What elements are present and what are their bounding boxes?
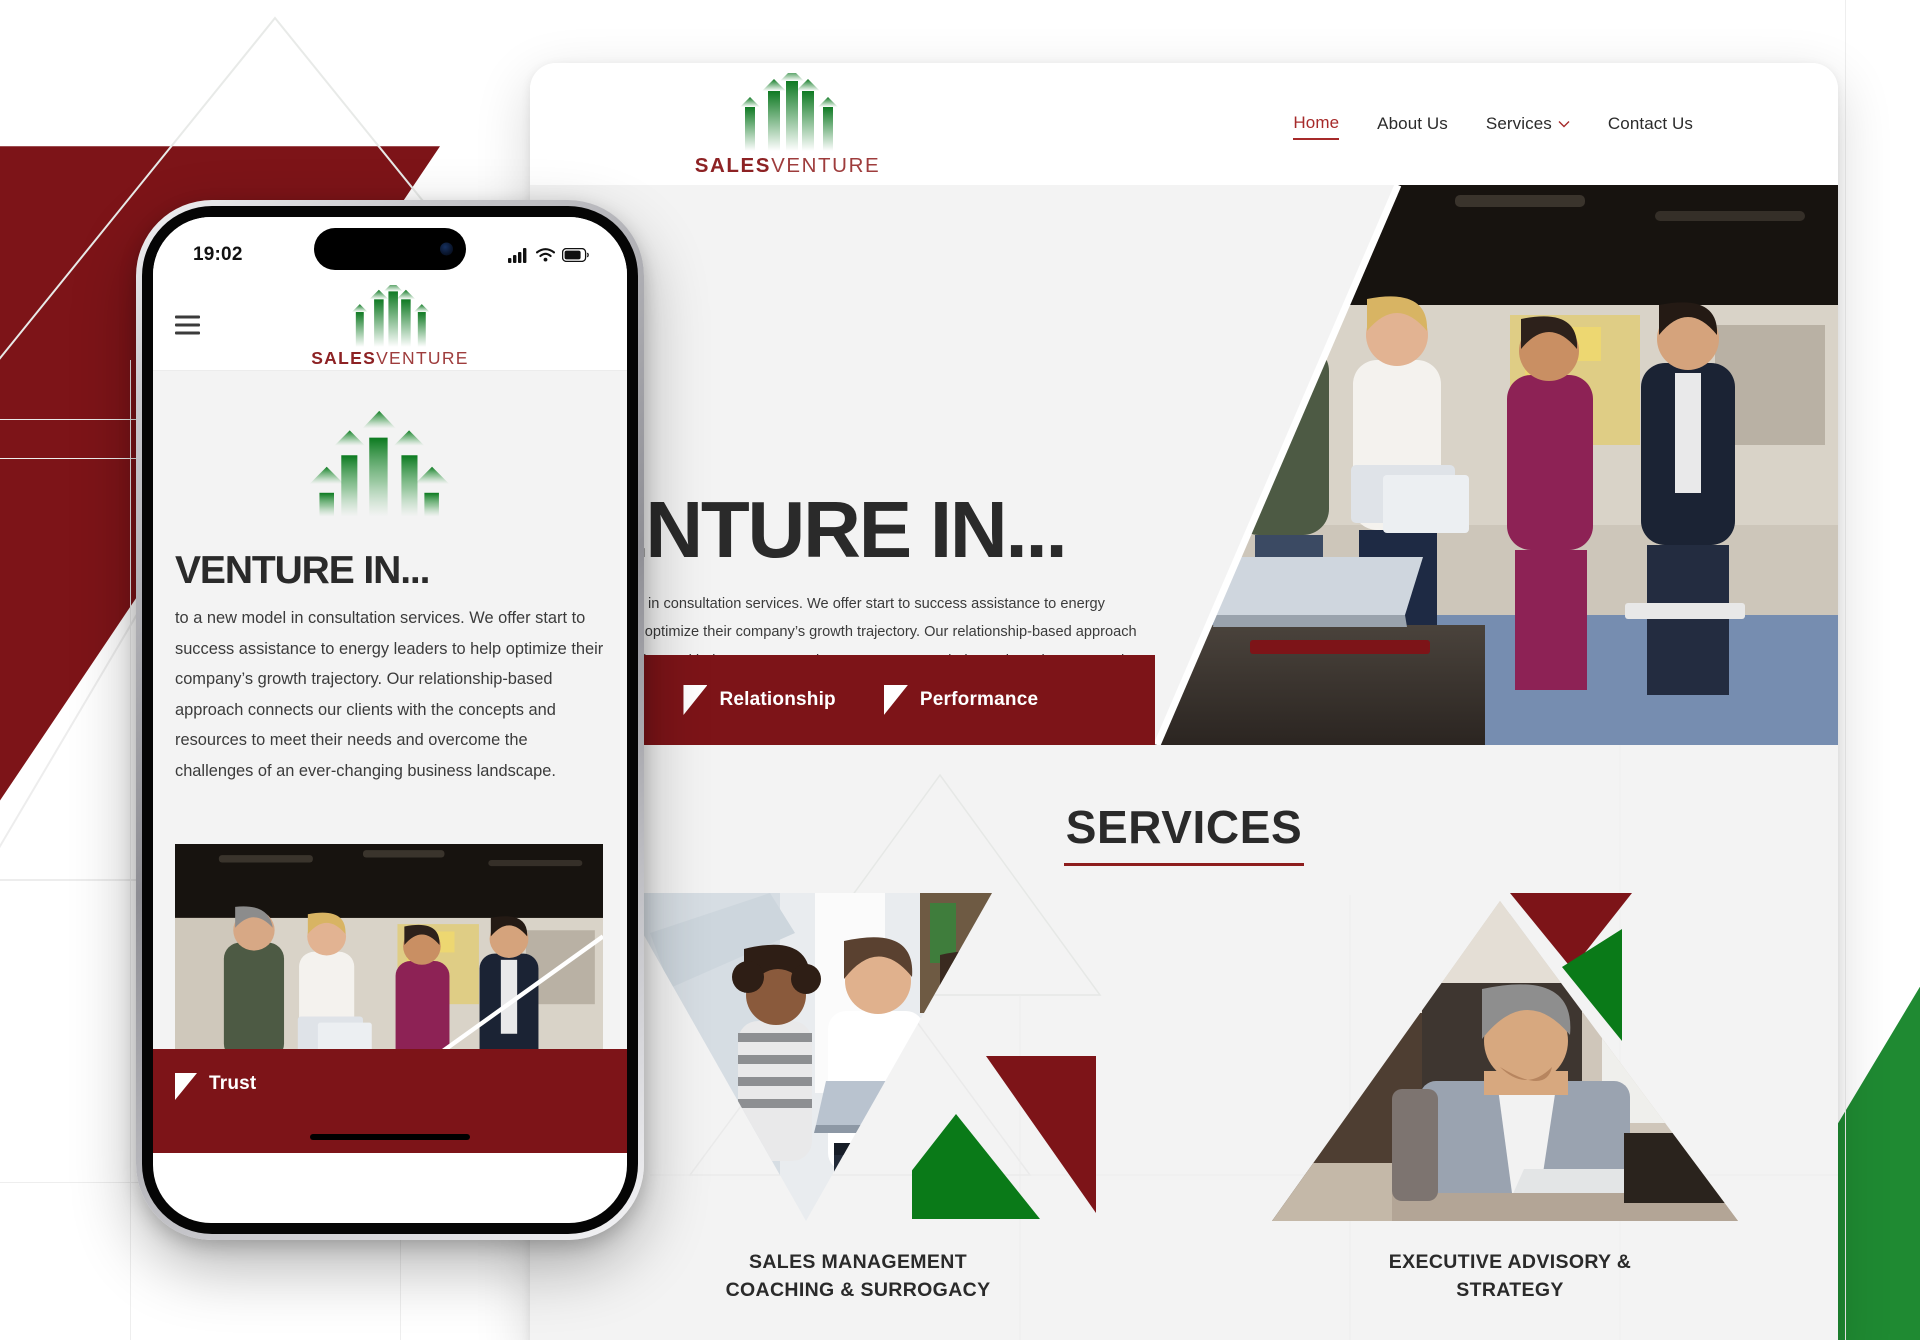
hamburger-menu-icon[interactable] bbox=[175, 315, 200, 334]
logo-word-bold: SALES bbox=[694, 154, 772, 177]
phone-feature-strip: Trust bbox=[153, 1049, 627, 1153]
caption-line-1: EXECUTIVE ADVISORY & bbox=[1388, 1251, 1632, 1273]
desktop-browser-mockup: SALESVENTURE Home About Us Services Cont… bbox=[530, 63, 1838, 1340]
service-card-sales-management[interactable]: SALES MANAGEMENT COACHING & SURROGACY bbox=[620, 893, 1096, 1304]
triangle-bullet-icon bbox=[175, 1073, 197, 1100]
background-grid-line bbox=[130, 360, 131, 1340]
phone-content: VENTURE IN... to a new model in consulta… bbox=[153, 371, 627, 1153]
phone-hero-paragraph: to a new model in consultation services.… bbox=[175, 609, 604, 780]
chevron-down-icon bbox=[1558, 121, 1570, 128]
feature-label: Relationship bbox=[719, 689, 836, 710]
caption-line-2: STRATEGY bbox=[1456, 1278, 1564, 1301]
desktop-hero-section: VENTURE IN... to a new model in consulta… bbox=[530, 185, 1838, 745]
logo-wordmark: SALESVENTURE bbox=[311, 348, 469, 369]
service-card-caption: EXECUTIVE ADVISORY & STRATEGY bbox=[1272, 1249, 1748, 1304]
green-growth-arrows-icon bbox=[351, 285, 430, 347]
service-card-art bbox=[1272, 893, 1748, 1221]
battery-icon bbox=[562, 248, 589, 262]
triangle-bullet-icon bbox=[883, 685, 908, 715]
status-bar-icons bbox=[508, 247, 589, 263]
services-section: SERVICES SALES MANAGEMENT COACHING & SUR… bbox=[530, 745, 1838, 1340]
service-accent-triangles bbox=[1510, 893, 1632, 1041]
triangle-bullet-icon bbox=[683, 685, 708, 715]
home-indicator[interactable] bbox=[310, 1134, 470, 1140]
dynamic-island bbox=[314, 228, 466, 270]
desktop-header: SALESVENTURE Home About Us Services Cont… bbox=[530, 63, 1838, 185]
wifi-icon bbox=[536, 248, 555, 262]
business-team-meeting-photo bbox=[1155, 185, 1838, 745]
nav-label: Home bbox=[1293, 113, 1340, 132]
desktop-logo[interactable]: SALESVENTURE bbox=[680, 73, 895, 178]
nav-item-about-us[interactable]: About Us bbox=[1377, 114, 1448, 139]
desktop-navigation: Home About Us Services Contact Us bbox=[1293, 113, 1693, 140]
feature-item-relationship[interactable]: Relationship bbox=[683, 685, 836, 715]
nav-label: About Us bbox=[1377, 114, 1448, 133]
phone-mockup: 19:02 SALESVENTURE VENTURE IN... to a ne… bbox=[136, 200, 644, 1240]
logo-wordmark: SALESVENTURE bbox=[695, 154, 881, 178]
nav-item-services[interactable]: Services bbox=[1486, 114, 1570, 139]
green-growth-arrows-graphic bbox=[309, 410, 450, 517]
services-title-underline bbox=[1064, 863, 1304, 866]
phone-status-bar: 19:02 bbox=[153, 217, 627, 279]
logo-word-light: VENTURE bbox=[771, 154, 881, 177]
phone-screen: 19:02 SALESVENTURE VENTURE IN... to a ne… bbox=[153, 217, 627, 1223]
feature-label: Trust bbox=[209, 1073, 257, 1094]
phone-header: SALESVENTURE bbox=[153, 279, 627, 371]
caption-line-1: SALES MANAGEMENT bbox=[749, 1251, 967, 1273]
mockup-stage: SALESVENTURE Home About Us Services Cont… bbox=[0, 0, 1920, 1340]
background-grid-line bbox=[1845, 0, 1846, 1340]
hero-photo bbox=[1155, 185, 1838, 745]
service-card-executive-advisory[interactable]: EXECUTIVE ADVISORY & STRATEGY bbox=[1272, 893, 1748, 1304]
nav-label: Contact Us bbox=[1607, 114, 1693, 133]
cellular-signal-icon bbox=[508, 247, 527, 263]
nav-label: Services bbox=[1485, 114, 1552, 133]
services-title: SERVICES bbox=[1065, 801, 1303, 853]
phone-hero-heading: VENTURE IN... bbox=[175, 549, 431, 592]
phone-logo[interactable]: SALESVENTURE bbox=[295, 285, 485, 369]
service-card-caption: SALES MANAGEMENT COACHING & SURROGACY bbox=[620, 1249, 1096, 1304]
logo-word-bold: SALES bbox=[311, 348, 377, 368]
feature-label: Performance bbox=[919, 689, 1039, 710]
services-title-block: SERVICES bbox=[530, 800, 1838, 866]
status-bar-time: 19:02 bbox=[193, 244, 243, 265]
green-growth-arrows-icon bbox=[739, 73, 838, 151]
service-card-art bbox=[620, 893, 1096, 1221]
nav-item-contact-us[interactable]: Contact Us bbox=[1608, 114, 1693, 139]
logo-word-light: VENTURE bbox=[376, 348, 469, 368]
caption-line-2: COACHING & SURROGACY bbox=[725, 1278, 991, 1301]
services-card-grid: SALES MANAGEMENT COACHING & SURROGACY EX… bbox=[530, 893, 1838, 1304]
nav-item-home[interactable]: Home bbox=[1293, 113, 1340, 140]
service-accent-triangles bbox=[912, 1056, 1096, 1219]
feature-item-performance[interactable]: Performance bbox=[883, 685, 1039, 715]
